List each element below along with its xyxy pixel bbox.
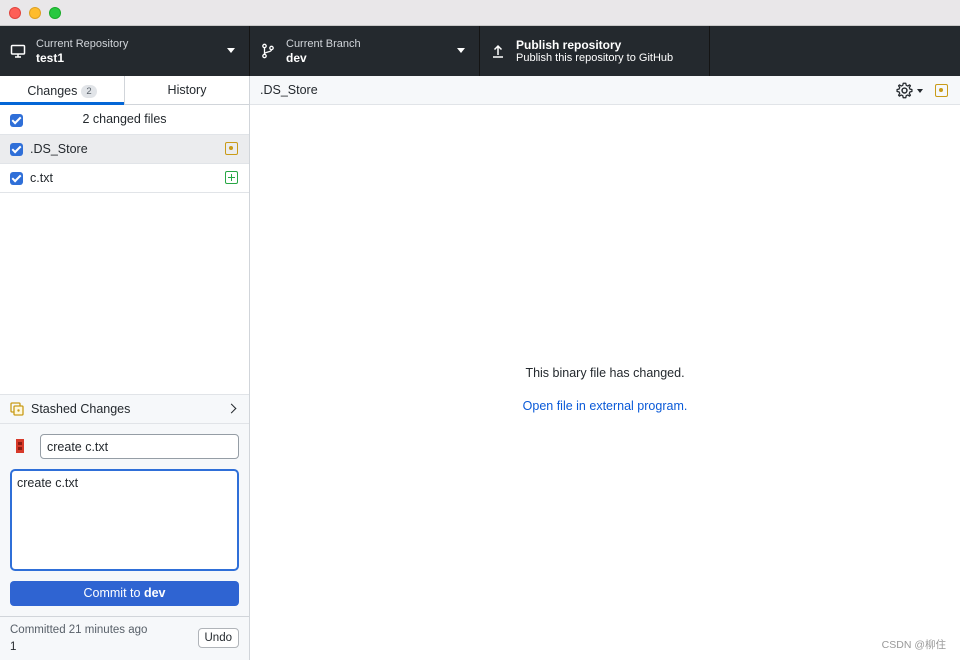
file-modified-icon xyxy=(935,84,948,97)
open-external-link[interactable]: Open file in external program. xyxy=(250,399,960,413)
changed-files-count: 2 changed files xyxy=(82,112,167,126)
watermark: CSDN @柳住 xyxy=(881,639,946,651)
file-row[interactable]: .DS_Store xyxy=(0,135,249,164)
monitor-icon xyxy=(10,44,26,58)
chevron-down-icon xyxy=(457,48,465,53)
minimize-window-button[interactable] xyxy=(29,7,41,19)
commit-form: create c.txt Commit to dev xyxy=(0,424,249,616)
maximize-window-button[interactable] xyxy=(49,7,61,19)
upload-icon xyxy=(493,44,503,58)
last-commit-summary: 1 xyxy=(10,641,17,653)
current-repository-dropdown[interactable]: Current Repository test1 xyxy=(0,26,250,76)
file-name: c.txt xyxy=(30,171,53,185)
repository-name: test1 xyxy=(36,51,65,65)
file-name: .DS_Store xyxy=(30,142,88,156)
commit-button-prefix: Commit to xyxy=(83,586,141,600)
window-titlebar xyxy=(0,0,960,26)
branch-label: Current Branch xyxy=(286,38,361,50)
diff-panel: .DS_Store This binary file has changed. … xyxy=(250,76,960,660)
select-all-checkbox[interactable] xyxy=(10,114,23,127)
publish-title: Publish repository xyxy=(516,38,622,52)
chevron-down-icon xyxy=(227,48,235,53)
stashed-changes-label: Stashed Changes xyxy=(31,402,131,416)
branch-name: dev xyxy=(286,51,307,65)
diff-file-path: .DS_Store xyxy=(260,83,318,97)
tab-history[interactable]: History xyxy=(124,76,249,105)
tab-changes-label: Changes xyxy=(27,84,78,98)
file-row[interactable]: c.txt xyxy=(0,164,249,193)
last-commit-time: Committed 21 minutes ago xyxy=(10,624,148,636)
changed-files-header: 2 changed files xyxy=(0,105,249,135)
commit-summary-input[interactable] xyxy=(40,434,239,459)
publish-subtitle: Publish this repository to GitHub xyxy=(516,52,674,64)
file-checkbox[interactable] xyxy=(10,172,23,185)
current-branch-dropdown[interactable]: Current Branch dev xyxy=(250,26,480,76)
gear-icon[interactable] xyxy=(896,82,913,99)
publish-repository-button[interactable]: Publish repository Publish this reposito… xyxy=(480,26,710,76)
undo-button[interactable]: Undo xyxy=(197,628,239,648)
tab-history-label: History xyxy=(167,83,207,97)
binary-file-message: This binary file has changed. xyxy=(525,366,685,380)
commit-description-input[interactable]: create c.txt xyxy=(10,469,239,571)
tab-changes[interactable]: Changes 2 xyxy=(0,76,124,105)
repository-label: Current Repository xyxy=(36,38,129,50)
commit-button[interactable]: Commit to dev xyxy=(10,581,239,606)
changes-count-badge: 2 xyxy=(81,85,97,98)
file-checkbox[interactable] xyxy=(10,143,23,156)
diff-header: .DS_Store xyxy=(250,76,960,105)
avatar xyxy=(16,439,24,453)
branch-icon xyxy=(262,43,274,59)
stash-icon xyxy=(10,402,24,416)
chevron-right-icon xyxy=(226,403,237,414)
sidebar-tabs: Changes 2 History xyxy=(0,76,249,105)
file-added-icon xyxy=(225,171,238,184)
stashed-changes-button[interactable]: Stashed Changes xyxy=(0,394,249,424)
file-modified-icon xyxy=(225,142,238,155)
toolbar: Current Repository test1 Current Branch … xyxy=(0,26,960,76)
commit-button-branch: dev xyxy=(143,586,166,600)
close-window-button[interactable] xyxy=(9,7,21,19)
chevron-down-icon[interactable] xyxy=(917,89,923,93)
last-commit-panel: Committed 21 minutes ago 1 Undo xyxy=(0,616,249,660)
sidebar: Changes 2 History 2 changed files .DS_Sto… xyxy=(0,76,250,660)
